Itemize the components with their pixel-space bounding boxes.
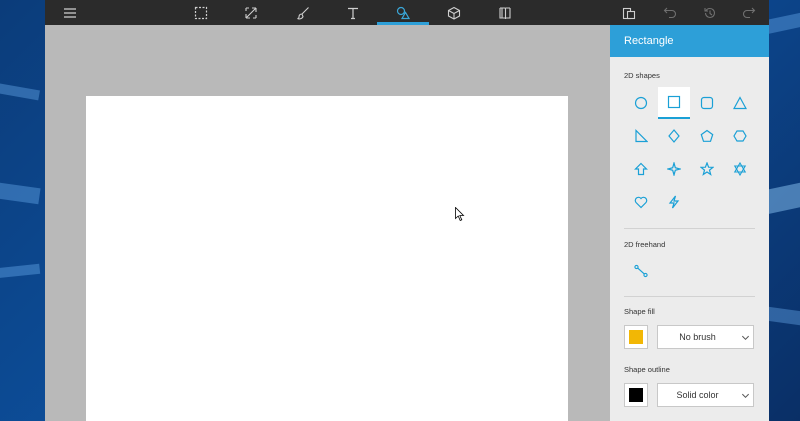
freehand-section-label: 2D freehand xyxy=(624,240,666,249)
outline-color-swatch[interactable] xyxy=(624,383,648,407)
circle-shape-icon[interactable] xyxy=(625,87,657,119)
brush-icon[interactable] xyxy=(286,0,320,25)
pentagon-shape-icon[interactable] xyxy=(691,120,723,152)
panel-divider xyxy=(624,228,755,229)
panel-title: Rectangle xyxy=(610,25,769,57)
shapes-section-label: 2D shapes xyxy=(624,71,660,80)
history-icon[interactable] xyxy=(693,0,727,25)
hexagon-shape-icon[interactable] xyxy=(724,120,756,152)
fill-color-chip xyxy=(629,330,643,344)
cube-icon[interactable] xyxy=(437,0,471,25)
shape-outline-label: Shape outline xyxy=(624,365,670,374)
outline-type-value: Solid color xyxy=(676,390,719,400)
drawing-canvas[interactable] xyxy=(86,96,568,421)
lightning-shape-icon[interactable] xyxy=(658,186,690,218)
undo-icon[interactable] xyxy=(653,0,687,25)
heart-shape-icon[interactable] xyxy=(625,186,657,218)
mouse-cursor-icon xyxy=(455,207,465,221)
paint3d-window: Rectangle 2D shapes 2D freehand Shape fi… xyxy=(45,0,769,421)
paste-icon[interactable] xyxy=(612,0,646,25)
rectangle-shape-icon[interactable] xyxy=(658,87,690,119)
arrow-up-shape-icon[interactable] xyxy=(625,153,657,185)
marquee-select-icon[interactable] xyxy=(184,0,218,25)
fill-type-dropdown[interactable]: No brush xyxy=(657,325,754,349)
six-point-star-shape-icon[interactable] xyxy=(724,153,756,185)
diamond-shape-icon[interactable] xyxy=(658,120,690,152)
book-icon[interactable] xyxy=(488,0,522,25)
fill-color-swatch[interactable] xyxy=(624,325,648,349)
rounded-rectangle-shape-icon[interactable] xyxy=(691,87,723,119)
text-icon[interactable] xyxy=(336,0,370,25)
outline-type-dropdown[interactable]: Solid color xyxy=(657,383,754,407)
chevron-down-icon xyxy=(737,333,753,342)
hamburger-icon[interactable] xyxy=(53,0,87,25)
five-point-star-shape-icon[interactable] xyxy=(691,153,723,185)
chevron-down-icon xyxy=(737,391,753,400)
right-triangle-shape-icon[interactable] xyxy=(625,120,657,152)
shapes-icon[interactable] xyxy=(377,0,429,25)
line-icon[interactable] xyxy=(625,255,657,287)
shapes-panel: Rectangle 2D shapes 2D freehand Shape fi… xyxy=(610,25,769,421)
outline-color-chip xyxy=(629,388,643,402)
redo-icon[interactable] xyxy=(732,0,766,25)
shape-fill-label: Shape fill xyxy=(624,307,655,316)
four-point-star-shape-icon[interactable] xyxy=(658,153,690,185)
resize-arrows-icon[interactable] xyxy=(234,0,268,25)
fill-type-value: No brush xyxy=(679,332,716,342)
panel-divider xyxy=(624,296,755,297)
top-toolbar xyxy=(45,0,769,25)
triangle-shape-icon[interactable] xyxy=(724,87,756,119)
